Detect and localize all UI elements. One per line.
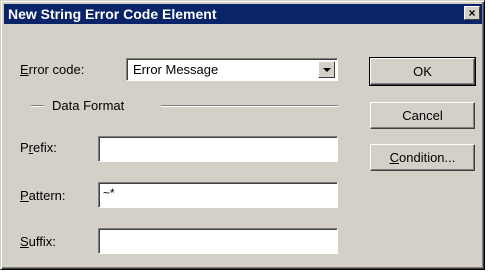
data-format-group-label: Data Format — [52, 98, 125, 113]
chevron-down-icon[interactable] — [318, 61, 335, 78]
prefix-label: Prefix: — [20, 140, 57, 155]
error-code-label: Error code: — [20, 62, 85, 77]
condition-button[interactable]: Condition... — [370, 144, 475, 171]
prefix-field[interactable] — [98, 136, 338, 162]
close-icon: × — [468, 6, 476, 20]
error-code-value: Error Message — [133, 62, 219, 77]
pattern-label: Pattern: — [20, 188, 66, 203]
suffix-label: Suffix: — [20, 234, 56, 249]
suffix-field[interactable] — [98, 228, 338, 254]
ok-button[interactable]: OK — [369, 57, 476, 86]
pattern-field[interactable]: ~* — [98, 182, 338, 208]
title-bar[interactable]: New String Error Code Element × — [4, 4, 482, 24]
close-button[interactable]: × — [464, 6, 480, 20]
cancel-button[interactable]: Cancel — [370, 102, 475, 129]
dialog-window: New String Error Code Element × Error co… — [0, 0, 485, 270]
error-code-dropdown[interactable]: Error Message — [126, 58, 338, 81]
group-divider-right — [161, 105, 338, 107]
window-title: New String Error Code Element — [8, 6, 217, 22]
group-divider-left — [31, 105, 44, 107]
